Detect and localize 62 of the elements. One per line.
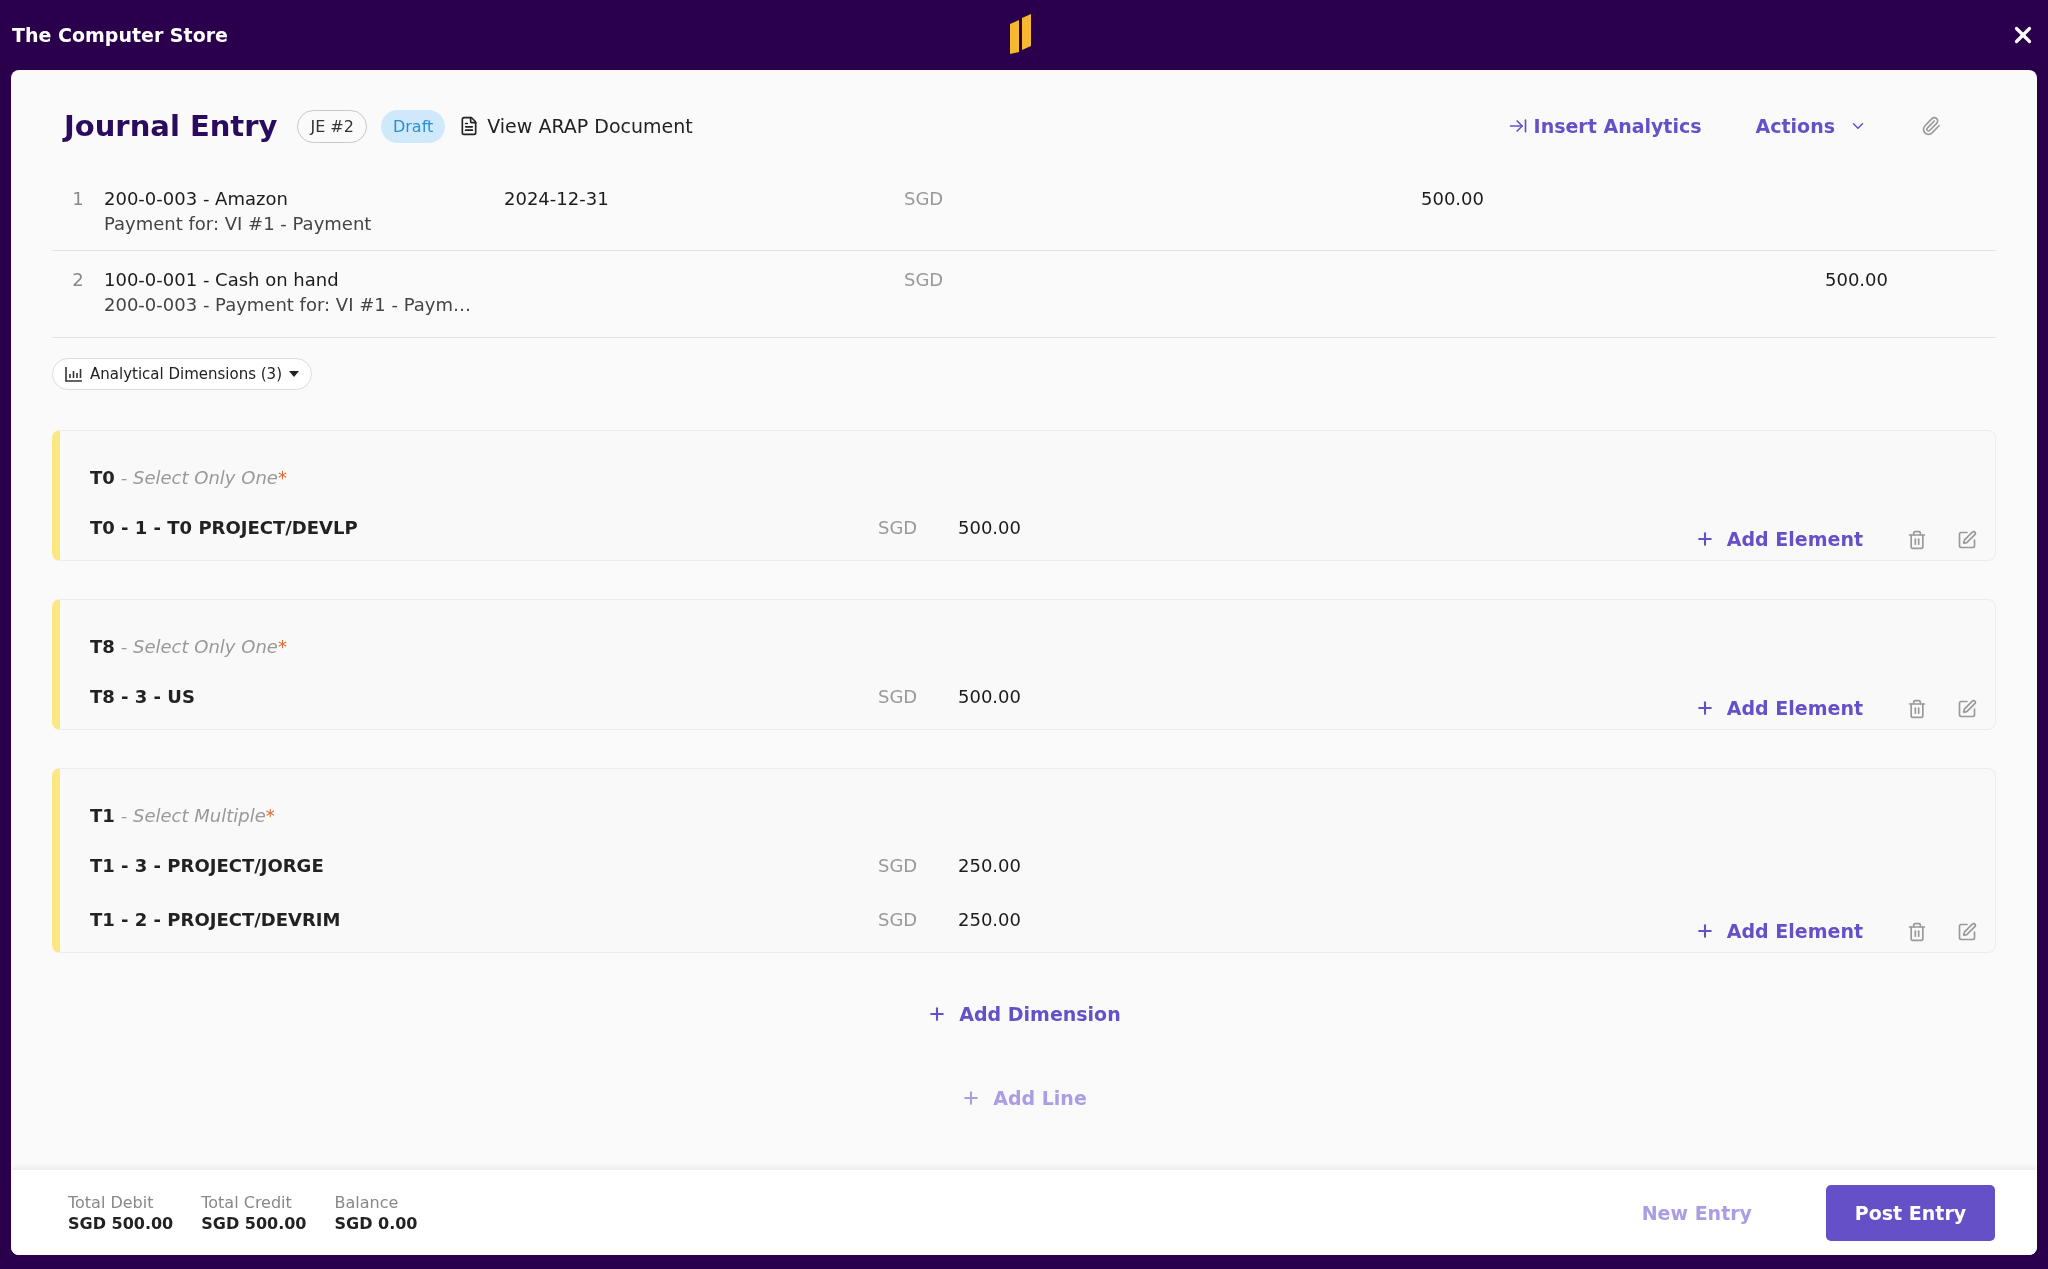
- total-label: Total Debit: [68, 1192, 155, 1212]
- credit-amount: 500.00: [1824, 269, 1888, 290]
- element-currency: SGD: [878, 854, 919, 876]
- bar-chart-icon: [65, 366, 83, 382]
- total-value: SGD 500.00: [68, 1213, 174, 1233]
- page-title: Journal Entry: [64, 109, 278, 143]
- add-dimension-button[interactable]: Add Dimension: [927, 1003, 1121, 1025]
- add-element-button[interactable]: Add Element: [1694, 697, 1863, 719]
- total-label: Balance: [334, 1192, 400, 1212]
- line-currency: SGD: [904, 269, 945, 290]
- element-amount: 500.00: [958, 516, 1022, 538]
- insert-analytics-button[interactable]: Insert Analytics: [1507, 115, 1702, 137]
- edit-icon[interactable]: [1957, 530, 1977, 550]
- element-name: T0 - 1 - T0 PROJECT/DEVLP: [90, 516, 359, 538]
- account-name: 100-0-001 - Cash on hand: [104, 269, 340, 290]
- total-label: Total Credit: [201, 1192, 293, 1212]
- line-number: 2: [71, 269, 85, 290]
- total-value: SGD 0.00: [334, 1213, 418, 1233]
- element-name: T1 - 2 - PROJECT/DEVRIM: [90, 908, 342, 930]
- line-number: 1: [71, 188, 85, 209]
- element-name: T1 - 3 - PROJECT/JORGE: [90, 854, 325, 876]
- post-entry-button[interactable]: Post Entry: [1826, 1184, 1995, 1241]
- element-amount: 250.00: [958, 908, 1022, 930]
- logo-icon: [1010, 14, 1032, 54]
- caret-icon: [289, 371, 299, 377]
- delete-icon[interactable]: [1907, 922, 1927, 942]
- document-icon: [459, 116, 480, 136]
- required-mark: *: [265, 805, 275, 826]
- dimension-code: T1: [90, 805, 115, 826]
- required-mark: *: [277, 467, 287, 488]
- edit-icon[interactable]: [1957, 699, 1977, 719]
- delete-icon[interactable]: [1907, 530, 1927, 550]
- total-value: SGD 500.00: [201, 1213, 307, 1233]
- dimension-code: T8: [90, 636, 115, 657]
- dimension-code: T0: [90, 467, 115, 488]
- line-description: Payment for: VI #1 - Payment: [104, 213, 373, 234]
- attach-icon[interactable]: [1921, 116, 1941, 136]
- account-name: 200-0-003 - Amazon: [104, 188, 289, 209]
- analytical-dimensions-toggle[interactable]: Analytical Dimensions (3): [52, 358, 312, 390]
- element-currency: SGD: [878, 685, 919, 707]
- element-currency: SGD: [878, 908, 919, 930]
- element-amount: 250.00: [958, 854, 1022, 876]
- dimension-mode: - Select Only One: [120, 636, 278, 657]
- element-name: T8 - 3 - US: [90, 685, 196, 707]
- actions-menu-button[interactable]: Actions: [1755, 115, 1867, 137]
- line-currency: SGD: [904, 188, 945, 209]
- status-badge: Draft: [380, 109, 446, 143]
- debit-amount: 500.00: [1420, 188, 1484, 209]
- dimension-mode: - Select Only One: [120, 467, 278, 488]
- arrow-to-line-icon: [1507, 116, 1528, 136]
- app-title: The Computer Store: [12, 24, 228, 46]
- line-date: 2024-12-31: [504, 188, 610, 209]
- dimension-mode: - Select Multiple: [120, 805, 266, 826]
- element-currency: SGD: [878, 516, 919, 538]
- view-document-link[interactable]: View ARAP Document: [459, 115, 693, 137]
- delete-icon[interactable]: [1907, 699, 1927, 719]
- add-element-button[interactable]: Add Element: [1694, 920, 1863, 942]
- line-description: 200-0-003 - Payment for: VI #1 - Paym…: [104, 294, 472, 315]
- element-amount: 500.00: [958, 685, 1022, 707]
- required-mark: *: [277, 636, 287, 657]
- add-element-button[interactable]: Add Element: [1694, 528, 1863, 550]
- edit-icon[interactable]: [1957, 922, 1977, 942]
